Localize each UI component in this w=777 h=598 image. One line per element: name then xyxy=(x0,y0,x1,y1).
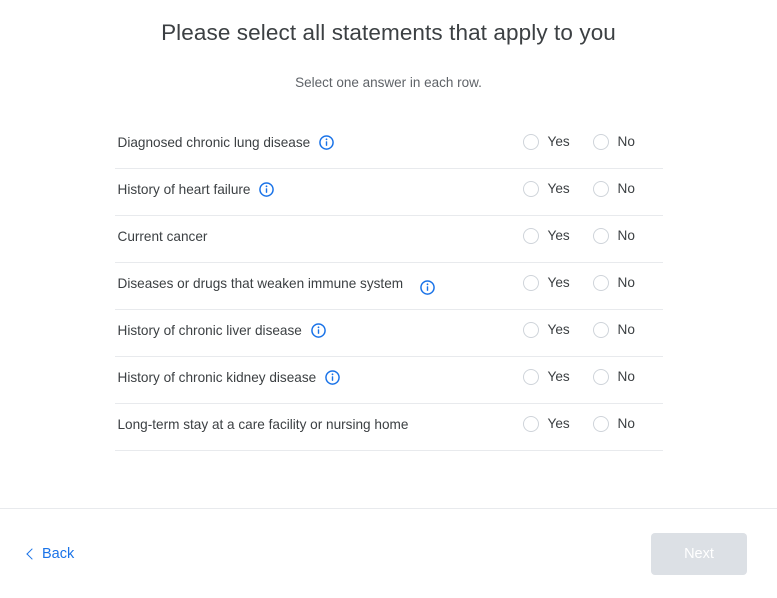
radio-option-label: Yes xyxy=(547,369,570,384)
radio-button[interactable] xyxy=(592,322,609,338)
radio-button[interactable] xyxy=(522,416,539,432)
radio-button[interactable] xyxy=(592,369,609,385)
statement-label: Current cancer xyxy=(117,229,208,244)
radio-button[interactable] xyxy=(592,416,609,432)
statement-label: Diagnosed chronic lung disease xyxy=(117,135,311,150)
table-row: History of chronic kidney disease Yes No xyxy=(114,357,663,404)
statement-cell: Current cancer xyxy=(118,226,523,248)
table-row: History of chronic liver disease Yes No xyxy=(114,310,663,357)
radio-button[interactable] xyxy=(522,228,539,244)
statement-label: Diseases or drugs that weaken immune sys… xyxy=(117,276,404,291)
radio-option-label: No xyxy=(617,369,635,384)
radio-option-label: No xyxy=(617,181,635,196)
radio-option-no[interactable]: No xyxy=(592,180,663,198)
radio-button[interactable] xyxy=(592,181,609,197)
radio-option-no[interactable]: No xyxy=(592,368,663,386)
table-row: Diseases or drugs that weaken immune sys… xyxy=(114,263,663,310)
radio-option-label: Yes xyxy=(547,275,570,290)
statement-cell: History of chronic liver disease xyxy=(118,320,523,342)
radio-option-label: Yes xyxy=(547,416,570,431)
radio-option-label: No xyxy=(617,275,635,290)
statement-label: Long-term stay at a care facility or nur… xyxy=(117,417,409,432)
back-button-label: Back xyxy=(42,545,75,562)
answers-cell: Yes No xyxy=(522,226,663,245)
radio-option-yes[interactable]: Yes xyxy=(522,368,593,386)
radio-option-no[interactable]: No xyxy=(592,274,663,292)
statement-cell: History of heart failure xyxy=(118,179,523,201)
radio-option-label: Yes xyxy=(547,322,570,337)
table-row: Current cancer Yes No xyxy=(114,216,663,263)
radio-option-label: No xyxy=(617,228,635,243)
statement-label: History of heart failure xyxy=(117,182,251,197)
answers-cell: Yes No xyxy=(522,320,663,339)
info-icon[interactable] xyxy=(259,182,275,197)
statement-cell: Diseases or drugs that weaken immune sys… xyxy=(118,273,523,295)
info-icon[interactable] xyxy=(311,323,326,338)
table-row: History of heart failure Yes No xyxy=(114,169,663,216)
info-icon[interactable] xyxy=(325,370,341,385)
radio-button[interactable] xyxy=(522,181,539,197)
radio-button[interactable] xyxy=(522,134,539,150)
radio-button[interactable] xyxy=(592,134,609,150)
radio-option-label: Yes xyxy=(547,181,570,196)
question-area: Please select all statements that apply … xyxy=(0,0,777,451)
page-title: Please select all statements that apply … xyxy=(161,20,616,45)
radio-option-label: No xyxy=(617,134,635,149)
statement-label: History of chronic liver disease xyxy=(117,323,302,338)
info-icon[interactable] xyxy=(319,135,335,150)
info-icon[interactable] xyxy=(419,280,435,295)
table-row: Diagnosed chronic lung disease Yes No xyxy=(114,122,663,169)
statement-cell: Diagnosed chronic lung disease xyxy=(118,132,523,154)
radio-option-label: Yes xyxy=(547,134,570,149)
radio-option-no[interactable]: No xyxy=(592,321,663,339)
radio-option-no[interactable]: No xyxy=(592,227,663,245)
radio-button[interactable] xyxy=(522,322,539,338)
statements-matrix: Diagnosed chronic lung disease Yes No Histo… xyxy=(114,93,663,451)
statement-cell: Long-term stay at a care facility or nur… xyxy=(118,414,523,436)
next-button[interactable]: Next xyxy=(651,532,747,575)
radio-option-yes[interactable]: Yes xyxy=(522,180,593,198)
answers-cell: Yes No xyxy=(522,179,663,198)
statement-label: History of chronic kidney disease xyxy=(117,370,317,385)
answers-cell: Yes No xyxy=(522,367,663,386)
radio-button[interactable] xyxy=(522,275,539,291)
footer: Back Next xyxy=(0,509,777,598)
radio-button[interactable] xyxy=(592,275,609,291)
chevron-left-icon xyxy=(26,547,38,560)
radio-option-yes[interactable]: Yes xyxy=(522,274,593,292)
radio-option-no[interactable]: No xyxy=(592,415,663,433)
radio-option-no[interactable]: No xyxy=(592,133,663,151)
table-row: Long-term stay at a care facility or nur… xyxy=(114,404,663,451)
radio-button[interactable] xyxy=(592,228,609,244)
radio-option-yes[interactable]: Yes xyxy=(522,133,593,151)
radio-option-label: No xyxy=(617,322,635,337)
radio-option-yes[interactable]: Yes xyxy=(522,227,593,245)
radio-option-yes[interactable]: Yes xyxy=(522,415,593,433)
radio-button[interactable] xyxy=(522,369,539,385)
statement-cell: History of chronic kidney disease xyxy=(118,367,523,389)
radio-option-label: No xyxy=(617,416,635,431)
radio-option-yes[interactable]: Yes xyxy=(522,321,593,339)
page-subtitle: Select one answer in each row. xyxy=(295,75,482,90)
survey-page: Please select all statements that apply … xyxy=(0,0,777,598)
back-button[interactable]: Back xyxy=(26,544,75,564)
answers-cell: Yes No xyxy=(522,414,663,433)
answers-cell: Yes No xyxy=(522,273,663,292)
answers-cell: Yes No xyxy=(522,132,663,151)
radio-option-label: Yes xyxy=(547,228,570,243)
